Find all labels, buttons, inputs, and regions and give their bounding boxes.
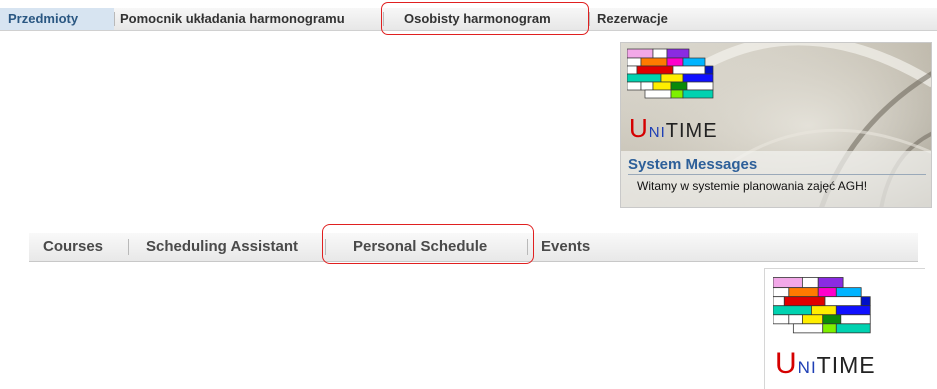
menu-separator xyxy=(589,12,590,26)
menu-item-courses[interactable]: Courses xyxy=(43,233,103,261)
logo-letter-u: U xyxy=(775,347,798,380)
menu-item-rezerwacje[interactable]: Rezerwacje xyxy=(597,8,668,30)
logo-letters-ni: NI xyxy=(648,124,666,141)
menu-item-scheduling-assistant[interactable]: Scheduling Assistant xyxy=(146,233,298,261)
logo-letters-time: TIME xyxy=(665,120,718,142)
highlight-annotation xyxy=(322,224,534,264)
logo-letter-u: U xyxy=(629,113,649,143)
unitime-logo-grid-icon xyxy=(773,277,871,334)
unitime-logo-panel: UNITIME xyxy=(764,268,925,389)
menu-separator xyxy=(128,239,129,255)
unitime-logo-text: UNITIME xyxy=(629,113,718,144)
unitime-header-panel: UNITIME System Messages Witamy w systemi… xyxy=(620,42,932,208)
system-messages-title: System Messages xyxy=(628,156,758,173)
unitime-logo-grid-icon xyxy=(627,48,714,99)
logo-letters-time: TIME xyxy=(816,352,876,378)
menu-item-przedmioty[interactable]: Przedmioty xyxy=(0,8,114,30)
menu-separator xyxy=(114,12,115,26)
menu-item-events[interactable]: Events xyxy=(541,233,590,261)
menu-item-pomocnik[interactable]: Pomocnik układania harmonogramu xyxy=(120,8,345,30)
system-message-text: Witamy w systemie planowania zajęć AGH! xyxy=(637,179,868,193)
unitime-logo-text: UNITIME xyxy=(775,347,876,381)
highlight-annotation xyxy=(381,2,589,35)
system-messages-divider xyxy=(628,174,926,175)
logo-letters-ni: NI xyxy=(797,358,817,377)
